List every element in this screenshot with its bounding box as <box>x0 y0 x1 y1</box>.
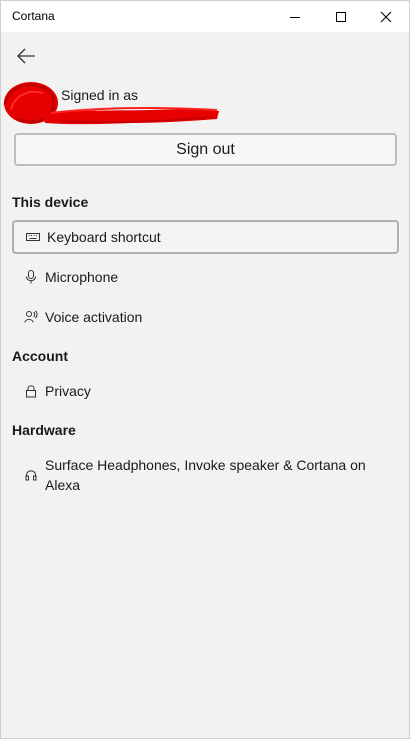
cortana-window: Cortana Signed in as Sign out This devic… <box>0 0 410 739</box>
back-arrow-icon <box>17 48 35 64</box>
window-title: Cortana <box>12 9 55 23</box>
title-bar[interactable]: Cortana <box>1 1 409 32</box>
lock-icon <box>21 381 41 401</box>
microphone-icon <box>21 267 41 287</box>
section-heading-this-device: This device <box>12 194 89 210</box>
close-button[interactable] <box>363 1 409 32</box>
back-button[interactable] <box>9 41 43 71</box>
nav-item-voice-activation[interactable]: Voice activation <box>12 300 399 334</box>
voice-activation-icon <box>21 307 41 327</box>
section-heading-account: Account <box>12 348 68 364</box>
nav-item-privacy[interactable]: Privacy <box>12 374 399 408</box>
maximize-icon <box>336 11 346 22</box>
account-info: Signed in as <box>1 79 409 129</box>
nav-item-label: Keyboard shortcut <box>47 229 161 245</box>
nav-item-surface-headphones[interactable]: Surface Headphones, Invoke speaker & Cor… <box>12 455 399 499</box>
headphones-icon <box>21 465 41 485</box>
nav-item-microphone[interactable]: Microphone <box>12 260 399 294</box>
maximize-button[interactable] <box>318 1 364 32</box>
sign-out-button[interactable]: Sign out <box>14 133 397 166</box>
redacted-account-name <box>43 107 219 125</box>
nav-item-keyboard-shortcut[interactable]: Keyboard shortcut <box>12 220 399 254</box>
nav-item-label: Surface Headphones, Invoke speaker & Cor… <box>45 457 366 493</box>
nav-item-label: Microphone <box>45 269 119 285</box>
minimize-icon <box>290 16 300 18</box>
section-heading-hardware: Hardware <box>12 422 76 438</box>
minimize-button[interactable] <box>272 1 318 32</box>
nav-item-label: Voice activation <box>45 309 143 325</box>
close-icon <box>380 11 392 22</box>
keyboard-icon <box>23 227 43 247</box>
nav-item-label: Privacy <box>45 383 91 399</box>
